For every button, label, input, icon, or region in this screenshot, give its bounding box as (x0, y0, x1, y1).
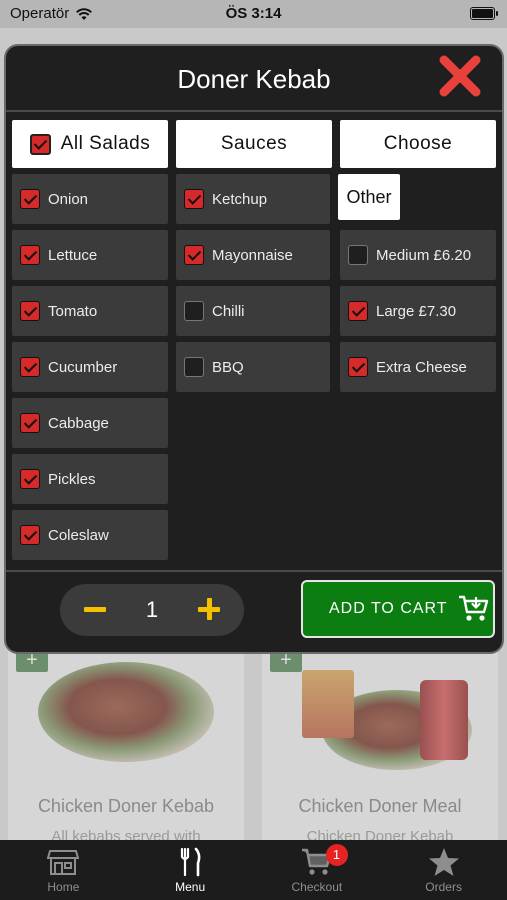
option-label: Lettuce (48, 246, 98, 264)
checkbox[interactable] (348, 357, 368, 377)
option-label: Pickles (48, 470, 96, 488)
fries-image (302, 670, 354, 738)
checkbox[interactable] (348, 301, 368, 321)
tab-label: Checkout (291, 879, 343, 894)
add-to-cart-button[interactable]: ADD TO CART (301, 580, 495, 638)
drink-image (420, 680, 468, 760)
modal-header: Doner Kebab (6, 46, 502, 112)
checkbox[interactable] (20, 189, 40, 209)
checkbox[interactable] (184, 357, 204, 377)
checkbox[interactable] (184, 189, 204, 209)
tab-label: Menu (175, 879, 206, 894)
menu-card[interactable]: + Chicken Doner Kebab All kebabs served … (8, 650, 244, 850)
status-time: ÖS 3:14 (225, 5, 282, 22)
item-options-modal: Doner Kebab All Salads Sauces Choose Oni… (4, 44, 504, 654)
checkbox[interactable] (184, 245, 204, 265)
checkbox[interactable] (20, 357, 40, 377)
tab-label: Orders (425, 879, 462, 894)
tab-home[interactable]: Home (0, 840, 127, 900)
option-label: Cucumber (48, 358, 118, 376)
option-label: BBQ (212, 358, 244, 376)
increase-quantity-button[interactable] (196, 596, 222, 622)
salad-option-coleslaw[interactable]: Coleslaw (12, 510, 168, 560)
sauce-option-bbq[interactable]: BBQ (176, 342, 330, 392)
sauce-option-chilli[interactable]: Chilli (176, 286, 330, 336)
checkbox[interactable] (20, 245, 40, 265)
other-tab[interactable]: Other (338, 174, 400, 220)
checkbox[interactable] (20, 525, 40, 545)
option-label: Medium £6.20 (376, 246, 472, 264)
status-bar: Operatör ÖS 3:14 (0, 0, 507, 28)
tab-checkout[interactable]: Checkout 1 (254, 840, 381, 900)
checkbox[interactable] (20, 301, 40, 321)
option-label: Coleslaw (48, 526, 109, 544)
close-icon[interactable] (438, 54, 482, 98)
star-icon (428, 847, 459, 876)
all-salads-checkbox[interactable] (29, 133, 51, 155)
sauces-header-label: Sauces (220, 133, 288, 154)
choose-option-large[interactable]: Large £7.30 (340, 286, 496, 336)
food-image (38, 662, 214, 762)
modal-footer: 1 ADD TO CART (6, 570, 502, 652)
salad-option-lettuce[interactable]: Lettuce (12, 230, 168, 280)
cart-count-badge: 1 (325, 844, 348, 866)
menu-card-title: Chicken Doner Meal (298, 796, 462, 816)
checkbox[interactable] (20, 469, 40, 489)
option-label: Ketchup (212, 190, 268, 208)
tab-menu[interactable]: Menu (127, 840, 254, 900)
menu-card-title: Chicken Doner Kebab (37, 796, 215, 816)
salad-option-onion[interactable]: Onion (12, 174, 168, 224)
sauce-option-ketchup[interactable]: Ketchup (176, 174, 330, 224)
option-label: Extra Cheese (376, 358, 467, 376)
fork-knife-icon (181, 847, 201, 876)
all-salads-toggle[interactable]: All Salads (12, 120, 168, 168)
salad-option-cabbage[interactable]: Cabbage (12, 398, 168, 448)
battery-icon (470, 7, 498, 20)
choose-header: Choose (340, 120, 496, 168)
checkbox[interactable] (20, 413, 40, 433)
modal-title: Doner Kebab (177, 64, 331, 94)
choose-option-medium[interactable]: Medium £6.20 (340, 230, 496, 280)
menu-card[interactable]: + Chicken Doner Meal Chicken Doner Kebab (262, 650, 498, 850)
salad-option-tomato[interactable]: Tomato (12, 286, 168, 336)
option-label: Large £7.30 (376, 302, 457, 320)
choose-header-label: Choose (383, 133, 453, 154)
tab-bar: Home Menu Checkout 1 Orders (0, 840, 507, 900)
tab-label: Home (47, 879, 80, 894)
sauces-header: Sauces (176, 120, 332, 168)
sauce-option-mayonnaise[interactable]: Mayonnaise (176, 230, 330, 280)
salad-option-cucumber[interactable]: Cucumber (12, 342, 168, 392)
cart-download-icon (458, 595, 488, 621)
salad-option-pickles[interactable]: Pickles (12, 454, 168, 504)
choose-option-extra-cheese[interactable]: Extra Cheese (340, 342, 496, 392)
quantity-stepper: 1 (60, 584, 244, 636)
option-label: Onion (48, 190, 89, 208)
store-icon (47, 849, 80, 875)
option-label: Cabbage (48, 414, 109, 432)
tab-orders[interactable]: Orders (380, 840, 507, 900)
option-label: Tomato (48, 302, 98, 320)
option-label: Chilli (212, 302, 245, 320)
checkbox[interactable] (348, 245, 368, 265)
checkbox[interactable] (184, 301, 204, 321)
add-to-cart-label: ADD TO CART (329, 600, 448, 617)
option-label: Mayonnaise (212, 246, 293, 264)
all-salads-label: All Salads (60, 133, 151, 154)
